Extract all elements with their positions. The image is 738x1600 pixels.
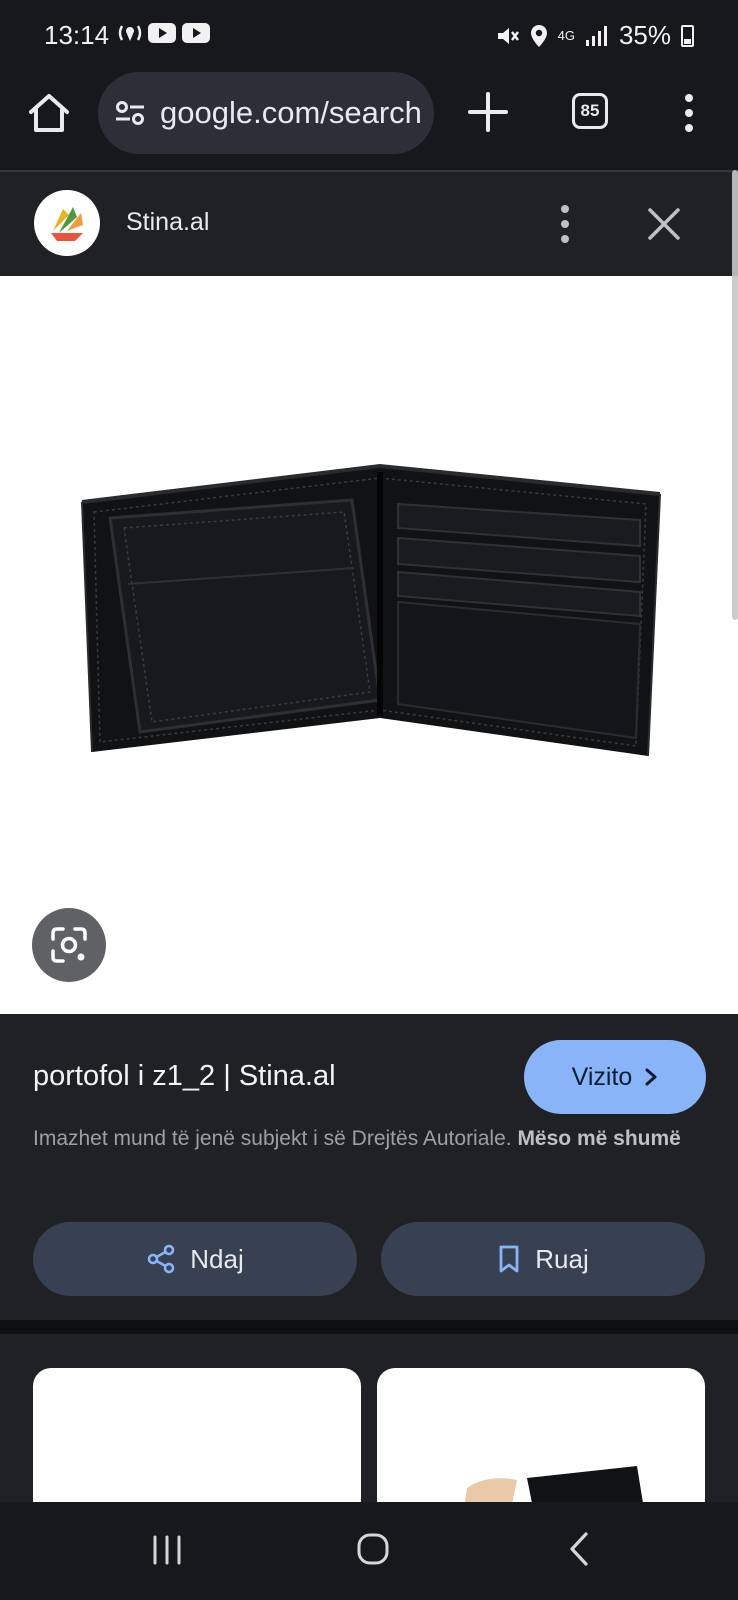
related-wallet-thumbnail [464, 1466, 643, 1502]
stina-logo-icon [51, 207, 83, 241]
save-label: Ruaj [535, 1243, 589, 1274]
address-bar[interactable]: google.com/search [98, 72, 434, 154]
site-name[interactable]: Stina.al [126, 208, 209, 237]
bookmark-icon [499, 1245, 519, 1273]
status-system-icons: 4G 35% [496, 20, 694, 51]
tab-switcher-button[interactable]: 85 [572, 93, 608, 129]
related-image-card[interactable] [377, 1368, 705, 1502]
share-icon [147, 1244, 175, 1274]
battery-percent: 35% [618, 20, 671, 50]
scrollbar-thumb[interactable] [732, 170, 738, 620]
browser-toolbar: google.com/search 85 [0, 72, 738, 170]
youtube-icon [148, 23, 176, 43]
site-more-icon[interactable] [550, 202, 580, 246]
related-image-card[interactable] [33, 1368, 361, 1502]
site-logo [34, 190, 100, 256]
lens-icon [51, 927, 87, 963]
status-notification-icons [118, 22, 210, 44]
save-button[interactable]: Ruaj [381, 1222, 705, 1296]
visit-label: Vizito [571, 1062, 633, 1091]
image-preview[interactable] [0, 276, 738, 1014]
visit-button[interactable]: Vizito [524, 1040, 706, 1114]
battery-icon [681, 24, 694, 47]
section-divider [0, 1320, 738, 1334]
home-icon[interactable] [26, 90, 72, 136]
close-icon[interactable] [644, 204, 684, 244]
network-type: 4G [557, 28, 575, 43]
learn-more-link[interactable]: Mëso më shumë [517, 1127, 680, 1150]
share-label: Ndaj [190, 1243, 244, 1274]
more-vert-icon[interactable] [674, 90, 704, 136]
recent-apps-icon[interactable] [150, 1534, 184, 1566]
system-nav-bar [0, 1502, 738, 1600]
related-images [0, 1334, 738, 1502]
site-header: Stina.al [0, 170, 738, 276]
new-tab-icon[interactable] [466, 90, 510, 134]
lens-search-button[interactable] [32, 908, 106, 982]
hotspot-icon [118, 25, 142, 41]
back-icon[interactable] [566, 1530, 592, 1568]
copyright-text: Imazhet mund të jenë subjekt i së Drejtë… [33, 1127, 512, 1150]
location-icon [530, 24, 547, 47]
chevron-right-icon [645, 1068, 657, 1086]
image-title[interactable]: portofol i z1_2 | Stina.al [33, 1060, 336, 1093]
mute-icon [497, 27, 519, 44]
status-time: 13:14 [44, 20, 110, 50]
signal-icon [585, 25, 607, 46]
home-nav-icon[interactable] [356, 1532, 390, 1566]
url-text[interactable]: google.com/search [160, 95, 422, 131]
share-button[interactable]: Ndaj [33, 1222, 357, 1296]
wallet-image [81, 463, 661, 757]
youtube-icon [182, 23, 210, 43]
image-info-panel: portofol i z1_2 | Stina.al Vizito Imazhe… [0, 1014, 738, 1320]
site-settings-icon[interactable] [114, 97, 146, 129]
status-bar: 13:14 4G 35% [0, 0, 738, 72]
copyright-note: Imazhet mund të jenë subjekt i së Drejtë… [33, 1122, 713, 1156]
